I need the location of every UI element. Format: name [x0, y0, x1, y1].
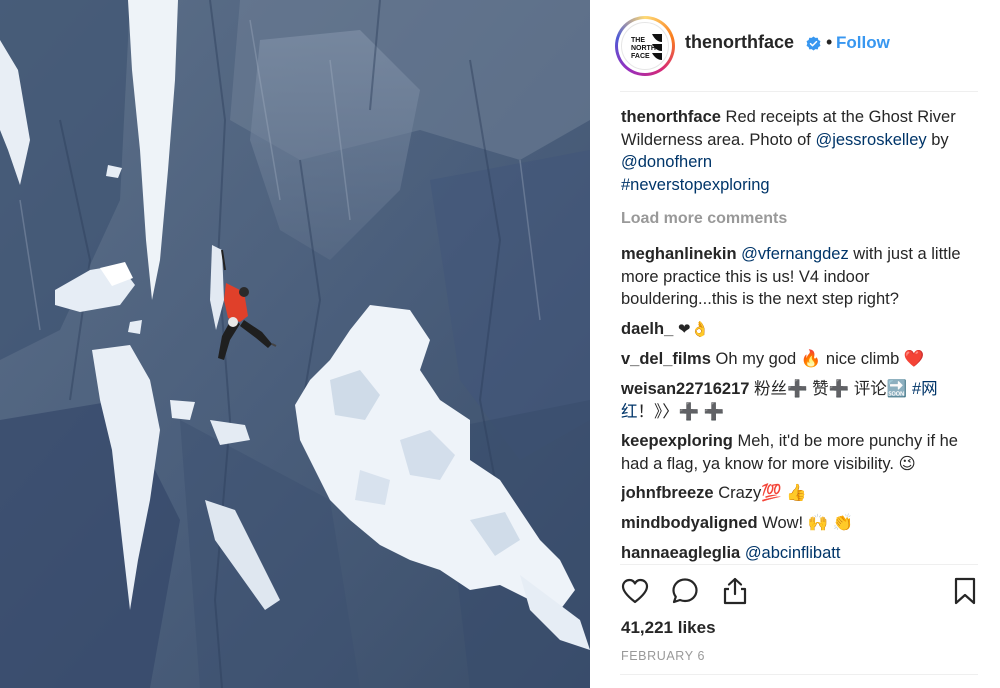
load-more-comments-button[interactable]: Load more comments — [621, 208, 981, 231]
comment-icon[interactable] — [670, 576, 700, 606]
caption-mention-2[interactable]: @donofhern — [621, 153, 712, 171]
logo-text-1: THE — [631, 37, 645, 44]
post-date[interactable]: FEBRUARY 6 — [621, 649, 705, 663]
ice-climbing-photo — [0, 0, 590, 688]
comment-item: mindbodyaligned Wow! 🙌 👏 — [621, 512, 981, 535]
comment-item: johnfbreeze Crazy💯 👍 — [621, 482, 981, 505]
instagram-post-window: THE NORTH FACE thenorthface • Follow the… — [0, 0, 1000, 688]
comment-username[interactable]: johnfbreeze — [621, 484, 714, 502]
caption-hashtag[interactable]: #neverstopexploring — [621, 176, 770, 194]
comment-text: Wow! 🙌 👏 — [762, 513, 854, 532]
comment-item: keepexploring Meh, it'd be more punchy i… — [621, 430, 981, 475]
comments-list[interactable]: thenorthface Red receipts at the Ghost R… — [621, 106, 981, 564]
header-separator: • — [826, 32, 833, 52]
logo-text-3: FACE — [631, 53, 650, 60]
follow-button[interactable]: Follow — [836, 33, 890, 53]
post-header: THE NORTH FACE thenorthface • Follow — [590, 0, 1000, 92]
the-north-face-logo: THE NORTH FACE — [631, 34, 662, 60]
post-actions: 41,221 likes FEBRUARY 6 — [590, 564, 1000, 688]
comment-item: meghanlinekin @vfernangdez with just a l… — [621, 243, 981, 311]
likes-count[interactable]: 41,221 likes — [621, 618, 716, 638]
share-icon[interactable] — [720, 576, 750, 606]
comment-text: Oh my god 🔥 nice climb ❤️ — [715, 350, 925, 369]
comment-text: 粉丝➕ 赞➕ 评论🔜 — [754, 379, 908, 398]
comment-text-2: ！》〉➕ ➕ — [637, 402, 725, 421]
caption-username[interactable]: thenorthface — [621, 108, 721, 126]
header-divider — [620, 91, 978, 92]
comment-username[interactable]: meghanlinekin — [621, 245, 737, 263]
logo-text-2: NORTH — [631, 45, 656, 52]
comment-username[interactable]: weisan22716217 — [621, 380, 749, 398]
comment-item: v_del_films Oh my god 🔥 nice climb ❤️ — [621, 348, 981, 371]
actions-divider — [620, 564, 978, 565]
verified-badge-icon — [806, 36, 821, 51]
comment-item: hannaeagleglia @abcinflibatt — [621, 542, 981, 565]
caption-text-2: by — [931, 130, 949, 149]
actions-bottom-divider — [620, 674, 978, 675]
comment-text: ❤👌 — [677, 320, 710, 338]
comment-username[interactable]: v_del_films — [621, 350, 711, 368]
caption-mention-1[interactable]: @jessroskelley — [815, 131, 926, 149]
bookmark-icon[interactable] — [950, 576, 980, 606]
comment-username[interactable]: keepexploring — [621, 432, 733, 450]
heart-icon[interactable] — [620, 576, 650, 606]
post-side-panel: THE NORTH FACE thenorthface • Follow the… — [590, 0, 1000, 688]
comment-item: daelh_ ❤👌 — [621, 318, 981, 342]
comment-username[interactable]: hannaeagleglia — [621, 544, 740, 562]
comment-text[interactable]: @abcinflibatt — [745, 544, 841, 562]
comment-mention[interactable]: @vfernangdez — [741, 245, 849, 263]
post-photo[interactable] — [0, 0, 590, 688]
post-caption: thenorthface Red receipts at the Ghost R… — [621, 106, 981, 196]
comment-username[interactable]: mindbodyaligned — [621, 514, 758, 532]
avatar[interactable]: THE NORTH FACE — [615, 16, 675, 76]
comment-text: Crazy💯 👍 — [718, 484, 807, 503]
header-username[interactable]: thenorthface — [685, 32, 794, 53]
comment-item: weisan22716217 粉丝➕ 赞➕ 评论🔜 #网红！》〉➕ ➕ — [621, 378, 981, 423]
comment-username[interactable]: daelh_ — [621, 320, 673, 338]
